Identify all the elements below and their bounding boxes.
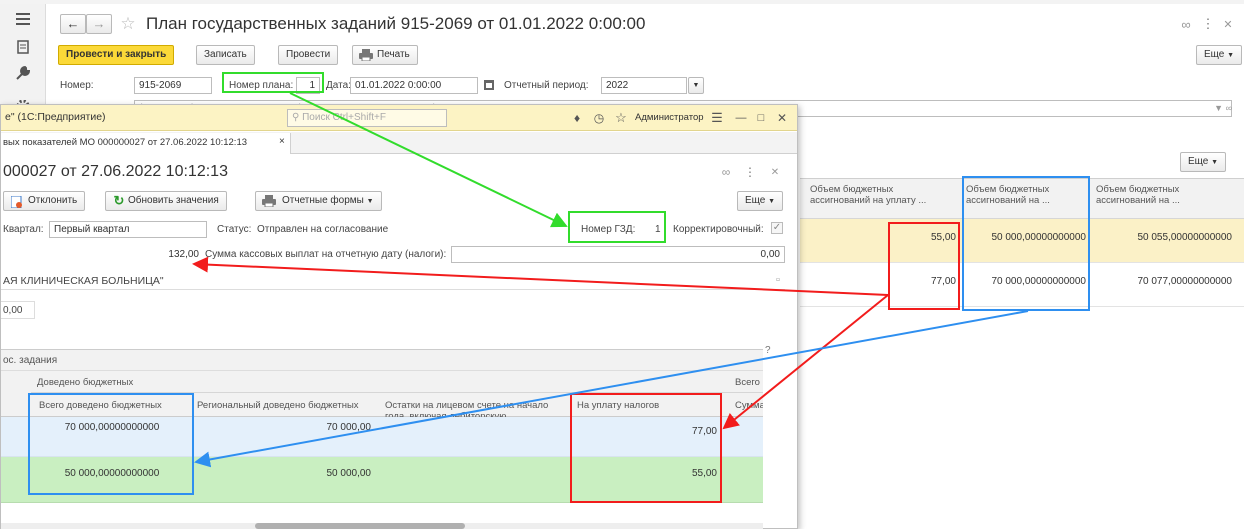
gz-row2-regional: 50 000,00 xyxy=(326,468,372,479)
horizontal-scrollbar[interactable] xyxy=(1,523,763,529)
popup-more-vert-icon[interactable]: ⋮ xyxy=(744,165,756,179)
gz-total-header: Всего xyxy=(735,377,760,388)
number-label: Номер: xyxy=(60,80,94,91)
close-icon[interactable]: ✕ xyxy=(1222,16,1234,32)
dropdown-arrow-icon: ▼ xyxy=(366,198,374,205)
save-button[interactable]: Записать xyxy=(196,45,255,65)
plan-number-highlight xyxy=(222,72,324,93)
popup-close-icon[interactable]: ✕ xyxy=(769,165,781,179)
popup-doc-title: 000027 от 27.06.2022 10:12:13 xyxy=(3,163,228,180)
popup-tab[interactable]: вых показателей МО 000000027 от 27.06.20… xyxy=(1,133,291,154)
popup-user-name[interactable]: Администратор xyxy=(635,112,704,123)
period-field[interactable]: 2022 xyxy=(601,77,687,94)
more-label: Еще xyxy=(1204,49,1225,60)
row1-total: 50 055,00000000000 xyxy=(1137,232,1232,243)
tab-close-icon[interactable]: × xyxy=(279,136,285,147)
link-icon[interactable]: ∞ xyxy=(1178,16,1194,32)
print-button[interactable]: Печать xyxy=(352,45,418,65)
org-field-underline xyxy=(1,289,785,290)
quarter-label: Квартал: xyxy=(3,224,44,235)
number-field[interactable]: 915-2069 xyxy=(134,77,212,94)
col-header-1: Объем бюджетных ассигнований на уплату .… xyxy=(810,184,927,206)
date-field[interactable]: 01.01.2022 0:00:00 xyxy=(350,77,478,94)
period-dropdown-button[interactable]: ▼ xyxy=(688,77,704,94)
window-close-icon[interactable]: ✕ xyxy=(774,110,790,126)
printer-icon xyxy=(359,49,373,61)
gz-table-title: ос. задания xyxy=(3,355,58,366)
more-button[interactable]: Еще ▼ xyxy=(1196,45,1243,65)
table-more-button[interactable]: Еще ▼ xyxy=(1180,152,1227,172)
favorite-star-icon[interactable]: ☆ xyxy=(118,14,138,34)
print-label: Печать xyxy=(377,49,410,60)
popup-tab-label: вых показателей МО 000000027 от 27.06.20… xyxy=(3,137,248,148)
history-icon[interactable] xyxy=(14,38,32,56)
forward-button[interactable]: → xyxy=(86,14,112,34)
reject-label: Отклонить xyxy=(28,195,78,206)
small-value-field xyxy=(1,301,35,319)
wrench-icon[interactable] xyxy=(14,64,32,82)
main-taxes-highlight xyxy=(888,222,960,310)
gz-number-highlight xyxy=(568,211,666,243)
table-more-label: Еще xyxy=(1188,156,1209,167)
popup-search-input[interactable]: ⚲ Поиск Ctrl+Shift+F xyxy=(287,109,447,127)
gz-table-title-bar: ос. задания xyxy=(1,349,763,371)
search-placeholder-text: Поиск Ctrl+Shift+F xyxy=(302,112,386,123)
corrective-label: Корректировочный: xyxy=(673,224,764,235)
main-budget-highlight xyxy=(962,176,1090,311)
popup-app-title: е" (1С:Предприятие) xyxy=(5,111,106,123)
report-forms-button[interactable]: Отчетные формы ▼ xyxy=(255,191,382,211)
menu-icon[interactable] xyxy=(14,10,32,28)
cash-value: 132,00 xyxy=(168,249,199,260)
dropdown-arrow-icon: ▼ xyxy=(1227,52,1235,59)
refresh-label: Обновить значения xyxy=(128,195,219,206)
calendar-icon[interactable] xyxy=(482,78,496,92)
history-clock-icon[interactable]: ◷ xyxy=(591,110,607,126)
cash-field-value: 0,00 xyxy=(760,249,780,260)
refresh-icon: ↻ xyxy=(113,193,125,208)
printer-icon xyxy=(262,195,276,207)
report-forms-label: Отчетные формы xyxy=(282,195,364,206)
gz-row1-regional: 70 000,00 xyxy=(326,422,372,433)
status-label: Статус: xyxy=(217,224,252,235)
reject-button[interactable]: Отклонить xyxy=(3,191,86,211)
minimize-icon[interactable]: — xyxy=(733,110,749,126)
favorites-star-icon[interactable]: ☆ xyxy=(613,110,629,126)
cash-field[interactable]: 0,00 xyxy=(451,246,785,263)
popup-budget-highlight xyxy=(28,393,194,495)
popup-more-button[interactable]: Еще ▼ xyxy=(737,191,784,211)
date-label: Дата: xyxy=(326,80,351,91)
bell-icon[interactable]: ♦ xyxy=(569,110,585,126)
search-icon: ⚲ xyxy=(292,112,300,123)
gz-col-header-5: Сумма xyxy=(735,400,763,411)
cash-label: Сумма кассовых выплат на отчетную дату (… xyxy=(205,249,447,260)
gz-col-header-2: Региональный доведено бюджетных xyxy=(197,400,359,411)
help-mark[interactable]: ? xyxy=(765,345,771,356)
post-and-close-button[interactable]: Провести и закрыть xyxy=(58,45,175,65)
dropdown-arrow-icon: ▼ xyxy=(1211,159,1219,166)
popup-more-label: Еще xyxy=(745,195,766,206)
maximize-icon[interactable]: □ xyxy=(753,110,769,126)
back-button[interactable]: ← xyxy=(60,14,86,34)
period-label: Отчетный период: xyxy=(504,80,589,91)
popup-taxes-highlight xyxy=(570,393,722,503)
settings-menu-icon[interactable]: ☰ xyxy=(709,110,725,126)
quarter-field[interactable]: Первый квартал xyxy=(49,221,207,238)
org-name: АЯ КЛИНИЧЕСКАЯ БОЛЬНИЦА" xyxy=(3,275,164,287)
page-title: План государственных заданий 915-2069 от… xyxy=(146,14,646,33)
organization-buttons[interactable]: ▼ ∞ xyxy=(1194,100,1232,117)
popup-link-icon[interactable]: ∞ xyxy=(719,165,733,179)
scrollbar-thumb[interactable] xyxy=(255,523,465,529)
open-link-icon[interactable]: ▫ xyxy=(771,273,785,287)
dropdown-arrow-icon: ▼ xyxy=(768,198,776,205)
status-value: Отправлен на согласование xyxy=(257,224,389,235)
refresh-values-button[interactable]: ↻ Обновить значения xyxy=(105,191,227,211)
col-header-3: Объем бюджетных ассигнований на ... xyxy=(1096,184,1180,206)
row2-total: 70 077,00000000000 xyxy=(1137,276,1232,287)
gz-group-header: Доведено бюджетных xyxy=(37,377,134,388)
corrective-checkbox[interactable]: ✓ xyxy=(771,222,783,234)
post-button[interactable]: Провести xyxy=(278,45,339,65)
reject-icon xyxy=(10,195,24,208)
more-vert-icon[interactable]: ⋮ xyxy=(1202,16,1215,32)
